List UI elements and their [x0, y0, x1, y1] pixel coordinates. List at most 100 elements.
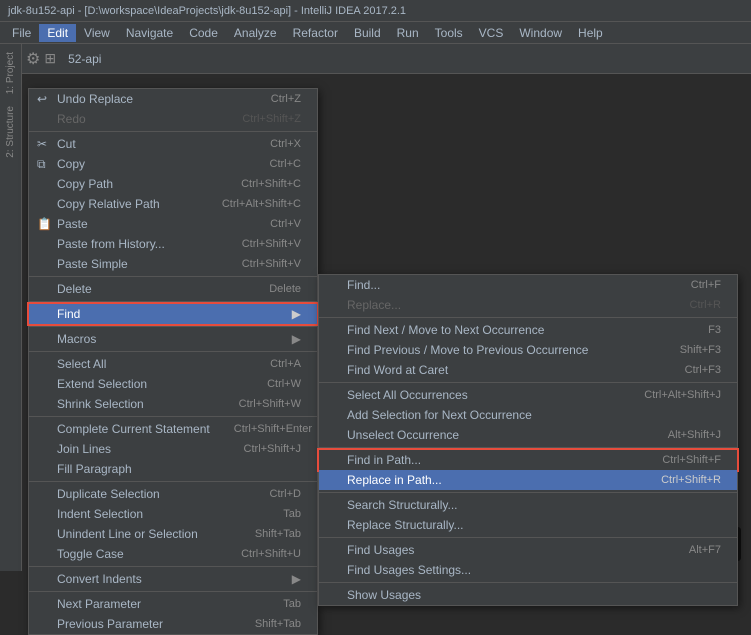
- submenu-find-usages[interactable]: Find Usages Alt+F7: [319, 540, 737, 560]
- menu-macros[interactable]: Macros ▶: [29, 329, 317, 349]
- sep4: [29, 326, 317, 327]
- submenu-replace-shortcut: Ctrl+R: [690, 299, 721, 311]
- submenu-find-prev-label: Find Previous / Move to Previous Occurre…: [347, 343, 588, 357]
- submenu-add-selection-label: Add Selection for Next Occurrence: [347, 408, 532, 422]
- menu-duplicate[interactable]: Duplicate Selection Ctrl+D: [29, 484, 317, 504]
- sidebar-tab-structure[interactable]: 2: Structure: [3, 102, 18, 162]
- prev-param-label: Previous Parameter: [57, 617, 163, 631]
- fsep3: [319, 447, 737, 448]
- menu-paste-history[interactable]: Paste from History... Ctrl+Shift+V: [29, 234, 317, 254]
- menu-find[interactable]: Find ▶: [29, 304, 317, 324]
- find-submenu: Find... Ctrl+F Replace... Ctrl+R Find Ne…: [318, 274, 738, 606]
- cut-label: Cut: [57, 137, 76, 151]
- menu-help[interactable]: Help: [570, 24, 611, 42]
- sep8: [29, 566, 317, 567]
- cut-icon: ✂: [37, 137, 47, 151]
- titlebar-text: jdk-8u152-api - [D:\workspace\IdeaProjec…: [8, 5, 406, 17]
- redo-label: Redo: [57, 112, 86, 126]
- toggle-case-label: Toggle Case: [57, 547, 124, 561]
- menu-next-param[interactable]: Next Parameter Tab: [29, 594, 317, 614]
- copy-icon: ⧉: [37, 157, 46, 172]
- menu-build[interactable]: Build: [346, 24, 389, 42]
- menu-refactor[interactable]: Refactor: [285, 24, 346, 42]
- sep1: [29, 131, 317, 132]
- fsep4: [319, 492, 737, 493]
- toolbar: ⚙ ⊞ 52-api: [22, 44, 751, 74]
- menu-view[interactable]: View: [76, 24, 118, 42]
- submenu-find-usages-settings-label: Find Usages Settings...: [347, 563, 471, 577]
- submenu-replace-in-path[interactable]: Replace in Path... Ctrl+Shift+R: [319, 470, 737, 490]
- menu-paste[interactable]: 📋 Paste Ctrl+V: [29, 214, 317, 234]
- menu-unindent[interactable]: Unindent Line or Selection Shift+Tab: [29, 524, 317, 544]
- submenu-find-usages-label: Find Usages: [347, 543, 414, 557]
- submenu-unselect-occ-label: Unselect Occurrence: [347, 428, 459, 442]
- submenu-find-in-path[interactable]: Find in Path... Ctrl+Shift+F: [319, 450, 737, 470]
- unindent-label: Unindent Line or Selection: [57, 527, 198, 541]
- toggle-case-shortcut: Ctrl+Shift+U: [241, 548, 301, 560]
- submenu-add-selection[interactable]: Add Selection for Next Occurrence: [319, 405, 737, 425]
- submenu-find[interactable]: Find... Ctrl+F: [319, 275, 737, 295]
- menu-copy[interactable]: ⧉ Copy Ctrl+C: [29, 154, 317, 174]
- menu-complete-statement[interactable]: Complete Current Statement Ctrl+Shift+En…: [29, 419, 317, 439]
- undo-label: Undo Replace: [57, 92, 133, 106]
- paste-history-shortcut: Ctrl+Shift+V: [242, 238, 301, 250]
- menu-delete[interactable]: Delete Delete: [29, 279, 317, 299]
- submenu-find-usages-settings[interactable]: Find Usages Settings...: [319, 560, 737, 580]
- undo-icon: ↩: [37, 92, 47, 106]
- menu-undo[interactable]: ↩ Undo Replace Ctrl+Z: [29, 89, 317, 109]
- menu-cut[interactable]: ✂ Cut Ctrl+X: [29, 134, 317, 154]
- menu-window[interactable]: Window: [511, 24, 570, 42]
- menu-prev-param[interactable]: Previous Parameter Shift+Tab: [29, 614, 317, 634]
- find-arrow: ▶: [292, 307, 301, 321]
- menu-vcs[interactable]: VCS: [471, 24, 512, 42]
- submenu-replace-structurally[interactable]: Replace Structurally...: [319, 515, 737, 535]
- menu-copy-path[interactable]: Copy Path Ctrl+Shift+C: [29, 174, 317, 194]
- submenu-replace[interactable]: Replace... Ctrl+R: [319, 295, 737, 315]
- edit-dropdown: ↩ Undo Replace Ctrl+Z Redo Ctrl+Shift+Z …: [28, 88, 318, 635]
- menu-edit[interactable]: Edit: [39, 24, 76, 42]
- menu-extend-selection[interactable]: Extend Selection Ctrl+W: [29, 374, 317, 394]
- sidebar-tab-project[interactable]: 1: Project: [3, 48, 18, 98]
- paste-simple-label: Paste Simple: [57, 257, 128, 271]
- menu-join-lines[interactable]: Join Lines Ctrl+Shift+J: [29, 439, 317, 459]
- submenu-find-word[interactable]: Find Word at Caret Ctrl+F3: [319, 360, 737, 380]
- paste-label: Paste: [57, 217, 88, 231]
- fsep5: [319, 537, 737, 538]
- menu-code[interactable]: Code: [181, 24, 226, 42]
- copy-path-shortcut: Ctrl+Shift+C: [241, 178, 301, 190]
- fsep2: [319, 382, 737, 383]
- menu-toggle-case[interactable]: Toggle Case Ctrl+Shift+U: [29, 544, 317, 564]
- menu-indent[interactable]: Indent Selection Tab: [29, 504, 317, 524]
- menu-run[interactable]: Run: [389, 24, 427, 42]
- submenu-find-prev[interactable]: Find Previous / Move to Previous Occurre…: [319, 340, 737, 360]
- submenu-search-structurally[interactable]: Search Structurally...: [319, 495, 737, 515]
- menu-select-all[interactable]: Select All Ctrl+A: [29, 354, 317, 374]
- submenu-find-next-shortcut: F3: [708, 324, 721, 336]
- submenu-unselect-occ[interactable]: Unselect Occurrence Alt+Shift+J: [319, 425, 737, 445]
- menu-fill-paragraph[interactable]: Fill Paragraph: [29, 459, 317, 479]
- titlebar: jdk-8u152-api - [D:\workspace\IdeaProjec…: [0, 0, 751, 22]
- submenu-find-shortcut: Ctrl+F: [691, 279, 721, 291]
- layout-icon: ⊞: [44, 50, 56, 67]
- menu-copy-relative-path[interactable]: Copy Relative Path Ctrl+Alt+Shift+C: [29, 194, 317, 214]
- menu-paste-simple[interactable]: Paste Simple Ctrl+Shift+V: [29, 254, 317, 274]
- menu-redo[interactable]: Redo Ctrl+Shift+Z: [29, 109, 317, 129]
- menu-shrink-selection[interactable]: Shrink Selection Ctrl+Shift+W: [29, 394, 317, 414]
- fsep1: [319, 317, 737, 318]
- menu-file[interactable]: File: [4, 24, 39, 42]
- menu-tools[interactable]: Tools: [427, 24, 471, 42]
- fill-paragraph-label: Fill Paragraph: [57, 462, 132, 476]
- submenu-find-next[interactable]: Find Next / Move to Next Occurrence F3: [319, 320, 737, 340]
- menu-navigate[interactable]: Navigate: [118, 24, 181, 42]
- menu-convert-indents[interactable]: Convert Indents ▶: [29, 569, 317, 589]
- complete-statement-label: Complete Current Statement: [57, 422, 210, 436]
- indent-shortcut: Tab: [283, 508, 301, 520]
- sep9: [29, 591, 317, 592]
- submenu-show-usages[interactable]: Show Usages: [319, 585, 737, 605]
- menu-analyze[interactable]: Analyze: [226, 24, 285, 42]
- submenu-find-usages-shortcut: Alt+F7: [689, 544, 721, 556]
- convert-indents-arrow: ▶: [292, 572, 301, 586]
- join-lines-label: Join Lines: [57, 442, 111, 456]
- submenu-select-all-occ[interactable]: Select All Occurrences Ctrl+Alt+Shift+J: [319, 385, 737, 405]
- submenu-select-all-occ-label: Select All Occurrences: [347, 388, 468, 402]
